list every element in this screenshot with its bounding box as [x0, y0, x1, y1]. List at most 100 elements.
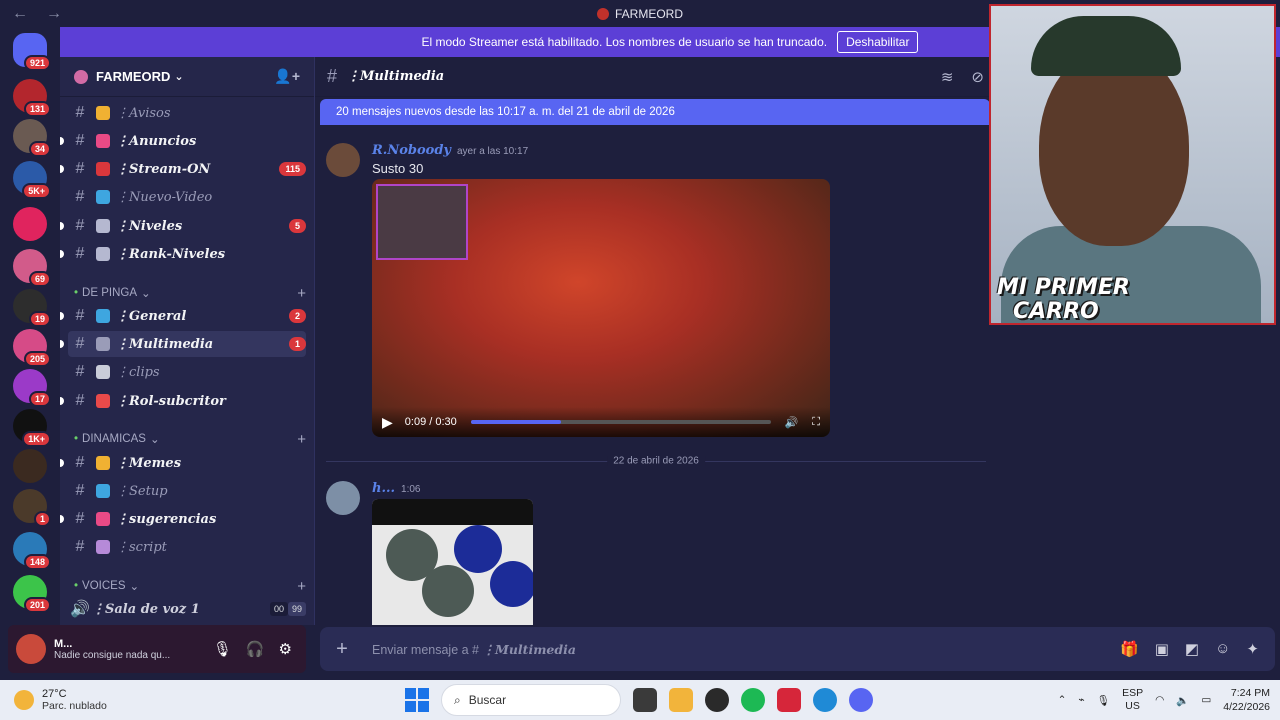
server-name: FARMEORD: [96, 69, 171, 84]
channel-item[interactable]: # ⋮Nuevo-Video: [68, 184, 306, 210]
add-channel-icon[interactable]: +: [297, 578, 306, 595]
battery-icon[interactable]: ▭: [1201, 694, 1211, 706]
server-icon[interactable]: 69: [13, 249, 51, 287]
channel-item[interactable]: # ⋮Rol-subcritor: [60, 388, 306, 414]
image-shape: [422, 565, 474, 617]
spotify-icon[interactable]: [741, 688, 765, 712]
windows-start-icon[interactable]: [405, 688, 429, 712]
voice-channel[interactable]: 🔊 ⋮Sala de voz 1 00 99: [68, 596, 306, 622]
threads-icon[interactable]: ≋: [941, 68, 954, 86]
server-icon[interactable]: 1K+: [13, 409, 51, 447]
server-icon[interactable]: [13, 207, 47, 241]
message-composer[interactable]: + Enviar mensaje a # ⋮Multimedia 🎁 ▣ ◩ ☺…: [320, 627, 1275, 671]
message-author[interactable]: h... 1:06: [372, 481, 421, 496]
user-avatar[interactable]: [16, 634, 46, 664]
new-messages-bar[interactable]: 20 mensajes nuevos desde las 10:17 a. m.…: [320, 99, 990, 125]
network-icon[interactable]: ⌁: [1078, 694, 1084, 706]
message-author[interactable]: R.Noboody ayer a las 10:17: [372, 143, 528, 158]
invite-people-icon[interactable]: 👤+: [274, 68, 300, 85]
channel-category[interactable]: • DE PINGA ⌄ +: [74, 284, 306, 302]
author-name[interactable]: h...: [372, 481, 395, 496]
server-icon[interactable]: 201: [13, 575, 51, 613]
chevron-up-icon[interactable]: ⌃: [1058, 694, 1067, 706]
language-indicator[interactable]: ESP US: [1122, 687, 1143, 713]
edge-icon[interactable]: [813, 688, 837, 712]
weather-icon: [14, 690, 34, 710]
server-icon[interactable]: 131: [13, 79, 51, 117]
mute-notifications-icon[interactable]: ⊘: [971, 68, 984, 86]
streamer-mode-text: El modo Streamer está habilitado. Los no…: [421, 35, 828, 49]
task-view-icon[interactable]: [633, 688, 657, 712]
channel-item[interactable]: # ⋮Anuncios: [60, 128, 306, 154]
server-icon[interactable]: 148: [13, 532, 51, 570]
volume-icon[interactable]: 🔊: [785, 416, 799, 429]
server-icon[interactable]: [13, 449, 47, 483]
channel-hash-icon: #: [75, 454, 85, 471]
channel-name: ⋮clips: [116, 364, 160, 380]
taskbar-search[interactable]: ⌕ Buscar: [441, 684, 621, 716]
gift-icon[interactable]: 🎁: [1120, 640, 1139, 658]
image-attachment[interactable]: [372, 499, 533, 625]
sticker-icon[interactable]: ◩: [1185, 640, 1199, 658]
play-icon[interactable]: ▶: [382, 414, 393, 431]
volume-tray-icon[interactable]: 🔈: [1176, 694, 1189, 707]
wifi-icon[interactable]: ◠: [1155, 694, 1164, 706]
clock-time: 7:24 PM: [1230, 687, 1270, 699]
channel-item[interactable]: # ⋮clips: [68, 359, 306, 385]
image-shape: [490, 561, 533, 607]
add-channel-icon[interactable]: +: [297, 431, 306, 448]
file-explorer-icon[interactable]: [669, 688, 693, 712]
microphone-icon[interactable]: 🎙: [213, 640, 232, 658]
discord-icon[interactable]: [849, 688, 873, 712]
add-channel-icon[interactable]: +: [297, 285, 306, 302]
disable-streamer-button[interactable]: Deshabilitar: [837, 31, 919, 53]
channel-name: ⋮Stream-ON: [116, 161, 211, 177]
channel-item[interactable]: # ⋮Stream-ON 115: [60, 156, 306, 182]
server-unread-badge: 69: [28, 271, 51, 287]
weather-widget[interactable]: 27°C Parc. nublado: [14, 688, 107, 712]
user-info[interactable]: M... Nadie consigue nada qu...: [54, 638, 170, 661]
opera-icon[interactable]: [777, 688, 801, 712]
author-name[interactable]: R.Noboody: [372, 143, 451, 158]
channel-name: ⋮Rank-Niveles: [116, 246, 226, 262]
weather-temp: 27°C: [42, 688, 67, 700]
server-header[interactable]: FARMEORD ⌄ 👤+: [60, 57, 314, 97]
channel-item[interactable]: # ⋮Niveles 5: [60, 213, 306, 239]
settings-gear-icon[interactable]: ⚙: [279, 640, 292, 658]
mention-badge: 5: [288, 219, 306, 233]
channel-category[interactable]: • VOICES ⌄ +: [74, 577, 306, 595]
channel-item[interactable]: # ⋮General 2: [60, 303, 306, 329]
add-attachment-icon[interactable]: +: [320, 638, 364, 661]
fullscreen-icon[interactable]: ⛶: [812, 416, 820, 429]
channel-item[interactable]: # ⋮Multimedia 1: [60, 331, 306, 357]
emoji-icon[interactable]: ☺: [1215, 640, 1230, 658]
channel-item[interactable]: # ⋮Memes: [60, 450, 306, 476]
server-icon[interactable]: 1: [13, 489, 51, 527]
obs-icon[interactable]: [705, 688, 729, 712]
channel-category[interactable]: • DINAMICAS ⌄ +: [74, 430, 306, 448]
clock[interactable]: 7:24 PM 4/22/2026: [1223, 686, 1270, 714]
message-avatar[interactable]: [326, 143, 360, 177]
video-attachment[interactable]: ▶ 0:09 / 0:30 🔊 ⛶: [372, 179, 830, 437]
headphones-icon[interactable]: 🎧: [246, 640, 265, 658]
channel-name: ⋮Anuncios: [116, 133, 197, 149]
apps-icon[interactable]: ✦: [1246, 640, 1259, 658]
channel-item[interactable]: # ⋮script: [68, 534, 306, 560]
channel-item[interactable]: # ⋮Setup: [68, 478, 306, 504]
server-icon[interactable]: 205: [13, 329, 51, 367]
message-avatar[interactable]: [326, 481, 360, 515]
channel-name: ⋮script: [116, 539, 167, 555]
gif-icon[interactable]: ▣: [1155, 640, 1169, 658]
composer-placeholder[interactable]: Enviar mensaje a # ⋮Multimedia: [372, 642, 576, 657]
server-icon[interactable]: 921: [13, 33, 51, 71]
video-progress-bar[interactable]: [470, 420, 771, 424]
server-icon[interactable]: 17: [13, 369, 51, 407]
mention-badge: 1: [288, 337, 306, 351]
channel-item[interactable]: # ⋮Rank-Niveles: [60, 241, 306, 267]
mic-tray-icon[interactable]: 🎙: [1097, 694, 1110, 707]
channel-item[interactable]: # ⋮Avisos: [68, 100, 306, 126]
server-icon[interactable]: 19: [13, 289, 51, 327]
channel-item[interactable]: # ⋮sugerencias: [60, 506, 306, 532]
server-icon[interactable]: 5K+: [13, 161, 51, 199]
server-icon[interactable]: 34: [13, 119, 51, 157]
